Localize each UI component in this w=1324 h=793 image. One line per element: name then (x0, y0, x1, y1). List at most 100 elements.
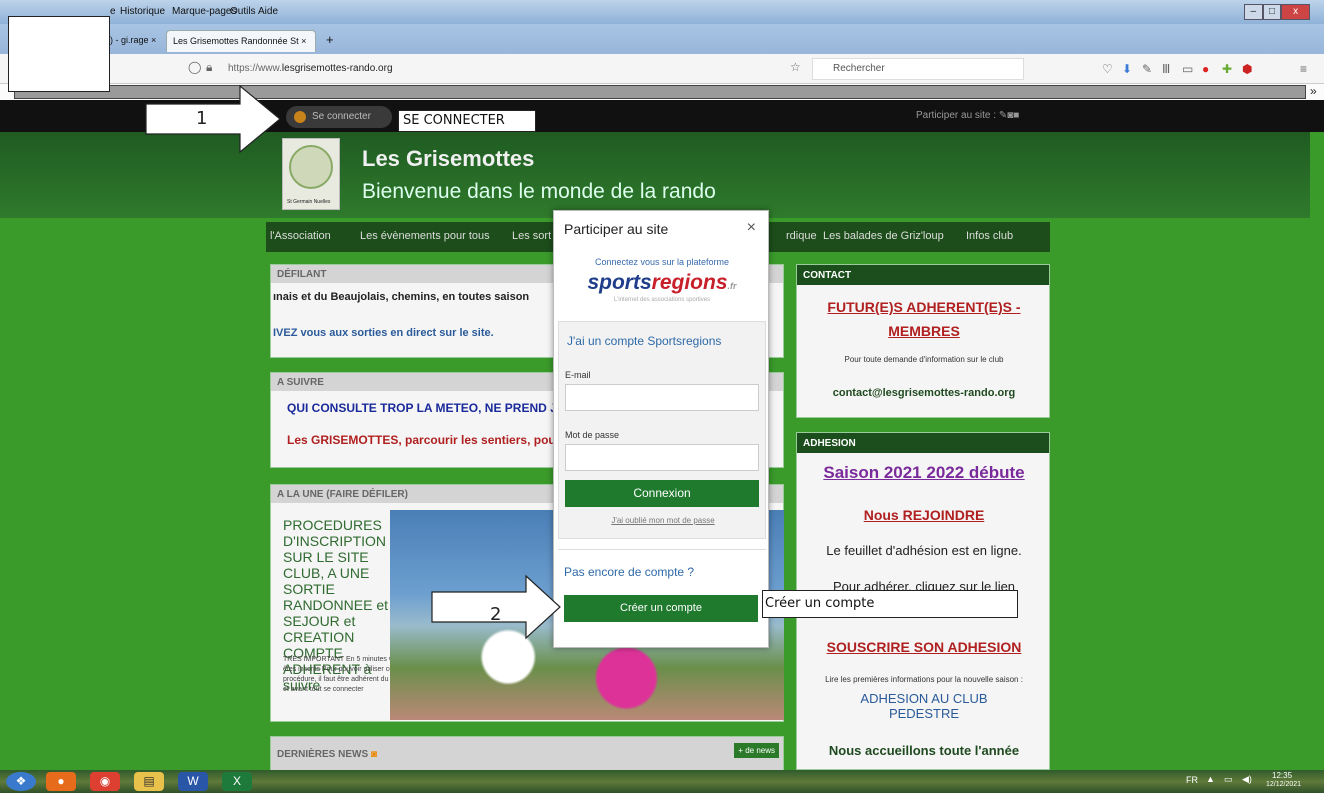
participate-links: Participer au site : ✎◙■ (916, 110, 1019, 121)
brand-part1: sports (587, 271, 652, 294)
account-form: J'ai un compte Sportsregions E-mail Mot … (558, 321, 766, 539)
adblock-icon[interactable]: ● (1202, 62, 1209, 76)
contact-link[interactable]: FUTUR(E)S ADHERENT(E)S - MEMBRES (797, 295, 1051, 343)
nav-balades[interactable]: Les balades de Griz'loup (823, 230, 944, 242)
menu-item-help[interactable]: Aide (258, 6, 278, 17)
menu-bar: e Historique Marque-pages Outils Aide – … (0, 0, 1324, 24)
annotation-label-2: Créer un compte (762, 590, 1018, 618)
contact-panel: CONTACT FUTUR(E)S ADHERENT(E)S - MEMBRES… (796, 264, 1050, 418)
divider (558, 549, 766, 550)
logo-caption: St Germain Nuelles (287, 199, 331, 205)
chrome-icon[interactable]: ◉ (90, 772, 120, 791)
asuivre-line1: QUI CONSULTE TROP LA METEO, NE PREND J/ (287, 401, 561, 415)
tray-up-icon[interactable]: ▲ (1206, 774, 1215, 784)
forgot-password-link[interactable]: J'ai oublié mon mot de passe (559, 516, 767, 525)
bookmarks-overflow-icon[interactable]: » (1310, 84, 1317, 98)
nav-infos-club[interactable]: Infos club (966, 230, 1013, 242)
lire-text: Lire les premières informations pour la … (825, 675, 1023, 684)
saison-link[interactable]: Saison 2021 2022 débute (797, 463, 1051, 483)
nav-association[interactable]: l'Association (270, 230, 331, 242)
site-logo[interactable]: St Germain Nuelles (282, 138, 340, 210)
create-account-button[interactable]: Créer un compte (564, 595, 758, 622)
news-head-text: DERNIÈRES NEWS (277, 749, 369, 760)
club-link[interactable]: ADHESION AU CLUB PEDESTRE (797, 691, 1051, 721)
brand-tagline: L'internet des associations sportives (613, 297, 711, 303)
edit-icon[interactable]: ✎ (999, 110, 1007, 121)
password-field[interactable] (565, 444, 759, 471)
word-icon[interactable]: W (178, 772, 208, 791)
more-news-button[interactable]: + de news (734, 743, 779, 758)
library-icon[interactable]: Ⅲ (1162, 62, 1170, 76)
network-icon[interactable]: ▭ (1224, 774, 1233, 785)
rss-icon[interactable]: ◙ (371, 749, 377, 760)
language-indicator[interactable]: FR (1186, 775, 1198, 785)
tab-grisemottes[interactable]: Les Grisemottes Randonnée St × (166, 30, 316, 52)
news-panel: DERNIÈRES NEWS ◙ + de news (270, 736, 784, 771)
no-account-text: Pas encore de compte ? (564, 565, 695, 579)
hamburger-menu-icon[interactable]: ≡ (1300, 62, 1307, 76)
participate-label: Participer au site : (916, 110, 997, 121)
close-icon[interactable]: × (747, 219, 756, 237)
nav-sorties[interactable]: Les sort (512, 230, 551, 242)
nav-nordique[interactable]: rdique (786, 230, 817, 242)
clock-date[interactable]: 12/12/2021 (1266, 781, 1301, 788)
nav-evenements[interactable]: Les évènements pour tous (360, 230, 490, 242)
email-label: E-mail (565, 370, 591, 380)
annotation-number-2: 2 (490, 604, 502, 625)
search-input[interactable]: Rechercher (812, 58, 1024, 80)
email-field[interactable] (565, 384, 759, 411)
folder-icon[interactable]: ▤ (134, 772, 164, 791)
tab-bar: ) - gi.rage × Les Grisemottes Randonnée … (0, 24, 1324, 54)
excel-icon[interactable]: X (222, 772, 252, 791)
extension-icon[interactable]: ✚ (1222, 62, 1232, 76)
start-icon[interactable]: ❖ (6, 772, 36, 791)
tools-icon[interactable]: ✎ (1142, 62, 1152, 76)
platform-text: Connectez vous sur la plateforme (594, 257, 730, 267)
pocket-icon[interactable]: ♡ (1102, 62, 1113, 76)
menu-item-tools[interactable]: Outils (230, 6, 256, 17)
contact-email[interactable]: contact@lesgrisemottes-rando.org (797, 387, 1051, 399)
video-icon[interactable]: ■ (1013, 110, 1019, 121)
window-controls: – □ x (1244, 4, 1311, 20)
firefox-icon[interactable]: ● (46, 772, 76, 791)
participate-modal: Participer au site × Connectez vous sur … (553, 210, 769, 648)
menu-item-bookmarks[interactable]: Marque-pages (172, 6, 236, 17)
close-window-button[interactable]: x (1281, 4, 1311, 20)
tab-previous[interactable]: ) - gi.rage × (104, 30, 162, 52)
souscrire-link[interactable]: SOUSCRIRE SON ADHESION (797, 639, 1051, 655)
url-bar[interactable]: https://www.lesgrisemottes-rando.org (228, 58, 858, 80)
defilant-line2[interactable]: IVEZ vous aux sorties en direct sur le s… (273, 327, 494, 339)
nav-bar: ◯ 🔒︎ https://www.lesgrisemottes-rando.or… (0, 54, 1324, 84)
shield-icon[interactable]: ◯ (188, 60, 201, 74)
redaction-box (8, 16, 110, 92)
sportsregions-logo[interactable]: sportsregions.fr (554, 271, 770, 295)
site-title[interactable]: Les Grisemottes (362, 146, 534, 172)
site-subtitle: Bienvenue dans le monde de la rando (362, 180, 716, 203)
annotation-arrow-1 (145, 84, 281, 154)
maximize-button[interactable]: □ (1262, 4, 1282, 20)
login-button[interactable]: Connexion (565, 480, 759, 507)
asuivre-line2: Les GRISEMOTTES, parcourir les sentiers,… (287, 433, 561, 447)
minimize-button[interactable]: – (1244, 4, 1263, 20)
sidebar-icon[interactable]: ▭ (1182, 62, 1193, 76)
password-label: Mot de passe (565, 430, 620, 440)
new-tab-button[interactable]: + (320, 30, 340, 52)
menu-item-history[interactable]: Historique (120, 6, 165, 17)
lock-icon: 🔒︎ (206, 60, 213, 74)
connect-label: Se connecter (312, 111, 371, 122)
bookmark-star-icon[interactable]: ☆ (790, 60, 801, 74)
download-icon[interactable]: ⬇ (1122, 62, 1132, 76)
volume-icon[interactable]: ◀) (1242, 774, 1252, 785)
ublock-icon[interactable]: ⬢ (1242, 62, 1252, 76)
url-prefix: https://www. (228, 63, 282, 74)
modal-title: Participer au site (564, 221, 669, 237)
connect-button[interactable]: Se connecter (286, 106, 392, 128)
adhesion-heading: ADHESION (797, 433, 1049, 453)
feuillet-text: Le feuillet d'adhésion est en ligne. (826, 543, 1022, 558)
menu-item-file[interactable]: e (110, 6, 116, 17)
brand-part2: regions (651, 271, 728, 294)
clock-time[interactable]: 12:35 (1272, 771, 1292, 780)
rejoindre-link[interactable]: Nous REJOINDRE (797, 507, 1051, 523)
taskbar: ❖ ● ◉ ▤ W X FR ▲ ▭ ◀) 12:35 12/12/2021 (0, 770, 1324, 793)
brand-part3: .fr (727, 281, 737, 291)
